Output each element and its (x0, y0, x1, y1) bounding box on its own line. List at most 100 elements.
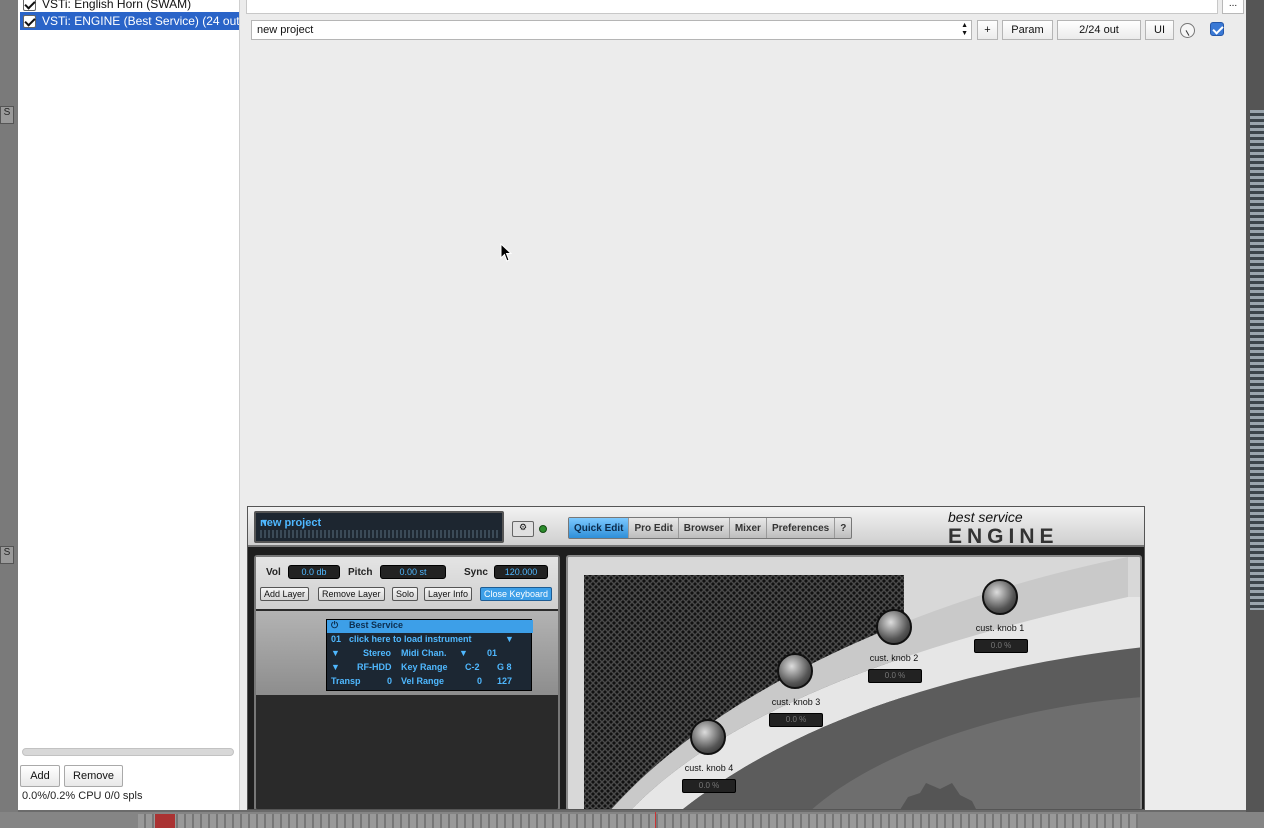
ui-button[interactable]: UI (1145, 20, 1174, 40)
timeline-marker (155, 814, 175, 828)
preset-value: new project (257, 24, 314, 36)
fx-item-engine[interactable]: VSTi: ENGINE (Best Service) (24 out) (20, 12, 239, 30)
updown-arrows-icon: ▲ ▼ (961, 22, 968, 37)
custom-knob-3-label: cust. knob 3 (771, 697, 821, 707)
custom-knob-4-label: cust. knob 4 (684, 763, 734, 773)
engine-layer-slot-area: ⏻ Best Service 01 click here to load ins… (256, 611, 558, 695)
custom-knob-1-label: cust. knob 1 (975, 623, 1025, 633)
daw-background-right (1246, 0, 1264, 828)
transp-value[interactable]: 0 (387, 676, 392, 686)
output-value[interactable]: Stereo (363, 648, 391, 658)
engine-logo-bottom: ENGINE (948, 525, 1059, 548)
add-preset-button[interactable]: + (977, 20, 998, 40)
key-range-low[interactable]: C-2 (465, 662, 480, 672)
layer-name: Best Service (349, 620, 404, 630)
tab-pro-edit[interactable]: Pro Edit (629, 518, 679, 538)
layer-instrument-row[interactable]: 01 click here to load instrument ▼ (327, 634, 533, 647)
daw-timeline (0, 812, 1264, 828)
bypass-checkbox[interactable] (1210, 22, 1224, 36)
daw-side-tab[interactable]: S (0, 546, 14, 564)
dropdown-arrow-icon[interactable]: ▼ (459, 648, 468, 658)
play-cursor (655, 812, 656, 828)
dropdown-arrow-icon[interactable]: ▼ (331, 662, 340, 672)
key-range-label: Key Range (401, 662, 448, 672)
custom-knob-2-label: cust. knob 2 (869, 653, 919, 663)
screen: S S VSTi: English Horn (SWAM) VSTi: ENGI… (0, 0, 1264, 828)
route-value[interactable]: RF-HDD (357, 662, 392, 672)
solo-button[interactable]: Solo (392, 587, 419, 601)
tab-help[interactable]: ? (835, 518, 851, 538)
io-routing-button[interactable]: 2/24 out (1057, 20, 1141, 40)
fx-item-label: VSTi: English Horn (SWAM) (42, 0, 192, 11)
custom-knob-4-value[interactable]: 0.0 % (682, 779, 736, 793)
custom-knob-1[interactable] (982, 579, 1018, 615)
layer-slot[interactable]: ⏻ Best Service 01 click here to load ins… (326, 619, 533, 691)
engine-activity-led (539, 525, 547, 533)
pitch-label: Pitch (348, 567, 373, 578)
vol-label: Vol (266, 567, 281, 578)
engine-plugin-ui: new project ▼ ⚙ Quick Edit Pro Edit Brow… (247, 506, 1145, 810)
vol-value[interactable]: 0.0 db (288, 565, 340, 579)
load-instrument-link[interactable]: click here to load instrument (349, 634, 472, 644)
remove-layer-button[interactable]: Remove Layer (318, 587, 385, 601)
custom-knob-4[interactable] (690, 719, 726, 755)
key-range-high[interactable]: G 8 (497, 662, 512, 672)
engine-settings-icon[interactable]: ⚙ (512, 521, 534, 537)
sync-label: Sync (464, 567, 488, 578)
close-keyboard-button[interactable]: Close Keyboard (480, 587, 553, 601)
wet-knob-icon[interactable] (1180, 23, 1195, 38)
fx-item-label: VSTi: ENGINE (Best Service) (24 out) (42, 14, 239, 28)
vel-range-label: Vel Range (401, 676, 445, 686)
engine-preset-selector[interactable]: new project ▼ (254, 511, 504, 543)
dropdown-arrow-icon: ▼ (505, 634, 514, 644)
custom-knob-1-value[interactable]: 0.0 % (974, 639, 1028, 653)
tab-browser[interactable]: Browser (679, 518, 730, 538)
fx-name-field[interactable] (246, 0, 1218, 14)
engine-toolbar: new project ▼ ⚙ Quick Edit Pro Edit Brow… (248, 507, 1144, 548)
midi-chan-value[interactable]: 01 (487, 648, 497, 658)
dropdown-arrow-icon: ▼ (260, 517, 269, 527)
engine-level-bar (260, 530, 498, 538)
engine-layer-panel: Vol 0.0 db Pitch 0.00 st Sync 120.000 Ad… (254, 555, 560, 809)
tab-quick-edit[interactable]: Quick Edit (569, 518, 630, 538)
slot-number: 01 (331, 634, 342, 644)
engine-quick-edit-panel: cust. knob 1 0.0 % cust. knob 2 0.0 % cu… (566, 555, 1142, 809)
cpu-status: 0.0%/0.2% CPU 0/0 spls (22, 790, 143, 802)
transp-label: Transp (331, 676, 361, 686)
layer-route-row: ▼ RF-HDD Key Range C-2 G 8 (327, 662, 533, 675)
vel-range-high[interactable]: 127 (497, 676, 512, 686)
sync-value[interactable]: 120.000 (494, 565, 548, 579)
add-fx-button[interactable]: Add (20, 765, 60, 787)
midi-chan-label: Midi Chan. (401, 648, 447, 658)
custom-knob-2-value[interactable]: 0.0 % (868, 669, 922, 683)
param-button[interactable]: Param (1002, 20, 1053, 40)
preset-dropdown[interactable]: new project ▲ ▼ (251, 20, 972, 40)
add-layer-button[interactable]: Add Layer (260, 587, 310, 601)
fx-list-panel: VSTi: English Horn (SWAM) VSTi: ENGINE (… (18, 0, 240, 810)
fx-enable-checkbox[interactable] (23, 0, 36, 11)
more-button[interactable]: ... (1222, 0, 1244, 14)
remove-fx-button[interactable]: Remove (64, 765, 123, 787)
custom-knob-2[interactable] (876, 609, 912, 645)
custom-knob-3-value[interactable]: 0.0 % (769, 713, 823, 727)
decorative-arc (611, 557, 1140, 809)
dropdown-arrow-icon[interactable]: ▼ (331, 648, 340, 658)
layer-transp-row: Transp 0 Vel Range 0 127 (327, 676, 533, 689)
layer-info-button[interactable]: Layer Info (424, 587, 473, 601)
daw-side-tab[interactable]: S (0, 106, 14, 124)
tab-mixer[interactable]: Mixer (730, 518, 767, 538)
power-icon[interactable]: ⏻ (331, 620, 338, 631)
layer-header: ⏻ Best Service (327, 620, 533, 633)
tab-preferences[interactable]: Preferences (767, 518, 836, 538)
custom-knob-3[interactable] (777, 653, 813, 689)
fx-chain-window: VSTi: English Horn (SWAM) VSTi: ENGINE (… (18, 0, 1246, 810)
engine-global-controls: Vol 0.0 db Pitch 0.00 st Sync 120.000 Ad… (256, 557, 558, 609)
layer-output-row: ▼ Stereo Midi Chan. ▼ 01 (327, 648, 533, 661)
horizontal-scrollbar[interactable] (22, 748, 234, 756)
mouse-pointer-icon (500, 243, 513, 262)
engine-logo-top: best service (948, 509, 1023, 525)
fx-enable-checkbox[interactable] (23, 14, 36, 28)
pitch-value[interactable]: 0.00 st (380, 565, 446, 579)
timeline-ruler (138, 814, 1138, 828)
vel-range-low[interactable]: 0 (477, 676, 482, 686)
